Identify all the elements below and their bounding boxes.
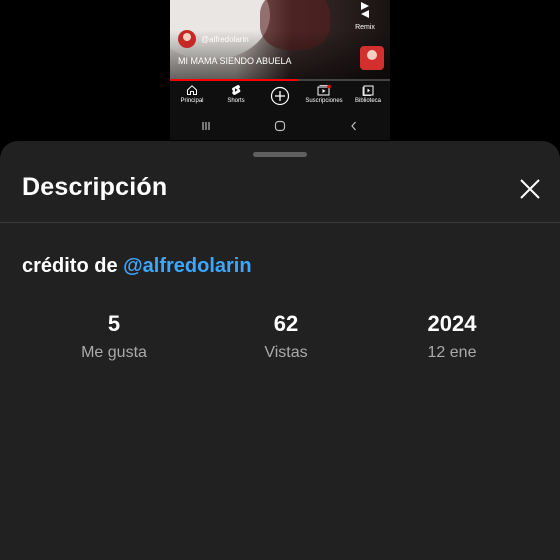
channel-avatar[interactable]: [178, 30, 196, 48]
stat-value: 62: [273, 311, 299, 336]
credit-text: crédito de @alfredolarin: [22, 255, 252, 278]
stat-likes: 5 Me gusta: [34, 311, 194, 362]
nav-item-principal[interactable]: Principal: [172, 84, 212, 104]
description-sheet: Descripción crédito de @alfredolarin 5 M…: [0, 141, 560, 560]
nav-item-label: Biblioteca: [354, 98, 381, 104]
sheet-title: Descripción: [22, 173, 168, 201]
nav-item-shorts[interactable]: Shorts: [216, 84, 256, 104]
stat-value: 2024: [427, 311, 477, 336]
short-video-player[interactable]: Remix @alfredolarin MI MAMA SIENDO ABUEL…: [170, 0, 390, 80]
stat-value: 5: [107, 311, 121, 336]
shorts-icon: [231, 84, 241, 95]
credit-mention-link[interactable]: @alfredolarin: [123, 255, 251, 277]
drag-handle[interactable]: [253, 152, 307, 157]
library-icon: [362, 85, 374, 96]
nav-item-biblioteca[interactable]: Biblioteca: [348, 84, 388, 104]
stat-caption: Vistas: [264, 344, 308, 361]
close-icon: [520, 179, 540, 199]
nav-item-label: Shorts: [227, 98, 245, 104]
create-icon: [270, 86, 290, 106]
sound-thumbnail[interactable]: [360, 46, 384, 70]
stat-caption: 12 ene: [427, 344, 477, 361]
home-icon: [187, 85, 197, 95]
stat-caption: Me gusta: [81, 344, 147, 361]
nav-item-label: Suscripciones: [305, 98, 343, 104]
nav-item-suscripciones[interactable]: Suscripciones: [304, 84, 344, 104]
credit-prefix: crédito de: [22, 255, 124, 277]
divider: [0, 222, 560, 223]
subscriptions-icon: [317, 84, 331, 96]
stat-views: 62 Vistas: [206, 311, 366, 362]
home-circle-icon[interactable]: [274, 120, 286, 132]
system-navigation-bar: [170, 112, 390, 140]
remix-label: Remix: [355, 24, 375, 31]
screen: Remix @alfredolarin MI MAMA SIENDO ABUEL…: [0, 0, 560, 560]
channel-handle[interactable]: @alfredolarin: [201, 35, 249, 44]
background-app: Remix @alfredolarin MI MAMA SIENDO ABUEL…: [170, 0, 390, 140]
recent-apps-icon[interactable]: [201, 121, 211, 131]
remix-button[interactable]: Remix: [348, 0, 382, 34]
close-button[interactable]: [518, 177, 542, 201]
video-title: MI MAMA SIENDO ABUELA: [178, 56, 292, 66]
bottom-navigation: Principal Shorts Suscripciones Bibliotec…: [170, 81, 390, 111]
remix-icon: [361, 2, 369, 18]
nav-item-label: Principal: [180, 98, 204, 104]
stat-date: 2024 12 ene: [372, 311, 532, 362]
nav-item-create[interactable]: [260, 84, 300, 106]
channel-info[interactable]: @alfredolarin: [178, 30, 249, 48]
back-icon[interactable]: [349, 121, 359, 131]
